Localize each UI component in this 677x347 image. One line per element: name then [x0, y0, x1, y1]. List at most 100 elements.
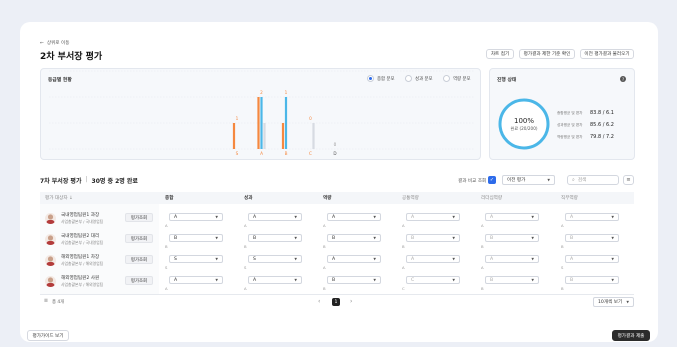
chart-bar	[263, 123, 266, 149]
select-value: A	[174, 214, 178, 220]
chevron-down-icon: ▼	[531, 236, 534, 240]
grade-select[interactable]: A ▼	[565, 213, 619, 221]
view-evaluation-button[interactable]: 평가조회	[125, 255, 153, 264]
view-evaluation-button[interactable]: 평가조회	[125, 276, 153, 285]
chart-bar	[284, 97, 288, 149]
chevron-down-icon: ▼	[547, 178, 550, 182]
check-limit-criteria-button[interactable]: 평가결과 제한 기준 확인	[519, 49, 575, 59]
collapse-chart-button[interactable]: 차트 접기	[486, 49, 514, 59]
grade-select[interactable]: B ▼	[485, 276, 539, 284]
grade-select[interactable]: A ▼	[406, 213, 460, 221]
chevron-down-icon: ▼	[294, 236, 297, 240]
compare-label: 결과 비교 조회	[458, 179, 487, 184]
select-value: B	[332, 235, 336, 241]
select-value: A	[411, 214, 415, 220]
chevron-down-icon: ▼	[452, 257, 455, 261]
previous-grade: B	[244, 244, 247, 249]
compare-checkbox[interactable]: ✓	[488, 176, 496, 184]
grade-select[interactable]: A ▼	[485, 213, 539, 221]
chevron-down-icon: ▼	[294, 215, 297, 219]
search-input[interactable]: ⌕ 검색	[567, 175, 619, 185]
grade-select[interactable]: B ▼	[169, 234, 223, 242]
grade-select[interactable]: A ▼	[485, 255, 539, 263]
grade-select[interactable]: S ▼	[248, 255, 302, 263]
grade-select[interactable]: B ▼	[327, 234, 381, 242]
current-page[interactable]: 1	[332, 298, 340, 306]
grade-select[interactable]: A ▼	[406, 255, 460, 263]
view-evaluation-button[interactable]: 평가조회	[125, 213, 153, 222]
category-label: D	[333, 151, 336, 156]
grade-select[interactable]: B ▼	[565, 276, 619, 284]
previous-grade: S	[561, 265, 564, 270]
chevron-down-icon: ▼	[611, 215, 614, 219]
page-size-select[interactable]: 10개씩 보기 ▼	[593, 297, 634, 307]
category-label: S	[236, 151, 239, 156]
column-header-target[interactable]: 평가 대상자 ↓	[45, 195, 73, 201]
grade-select[interactable]: A ▼	[327, 213, 381, 221]
chart-bar	[312, 123, 315, 149]
guide-button[interactable]: 평가가이드 보기	[27, 330, 69, 341]
previous-grade: A	[323, 265, 326, 270]
employee-name: 국내영업팀원2 대리	[61, 234, 100, 239]
back-link[interactable]: ← 상위로 이동	[40, 40, 69, 47]
chevron-down-icon: ▼	[611, 278, 614, 282]
select-value: A	[332, 214, 336, 220]
grade-select[interactable]: A ▼	[248, 276, 302, 284]
grade-select[interactable]: B ▼	[565, 234, 619, 242]
next-page-icon[interactable]: ›	[350, 298, 352, 305]
employee-dept: 사업총괄본부 / 해외영업팀	[61, 282, 104, 287]
grade-select[interactable]: C ▼	[406, 276, 460, 284]
category-label: A	[260, 151, 263, 156]
previous-grade: B	[402, 244, 405, 249]
help-icon[interactable]: ?	[620, 76, 626, 82]
chevron-down-icon: ▼	[531, 215, 534, 219]
arrow-left-icon: ←	[40, 40, 44, 46]
employee-dept: 사업총괄본부 / 해외영업팀	[61, 261, 104, 266]
table-bottom-line	[40, 294, 634, 295]
chevron-down-icon: ▼	[373, 236, 376, 240]
settings-icon[interactable]: ≡	[623, 175, 634, 185]
sort-down-icon: ↓	[69, 196, 73, 201]
select-value: B	[570, 277, 574, 283]
load-previous-results-button[interactable]: 이전 평가결과 불러오기	[580, 49, 634, 59]
grade-select[interactable]: A ▼	[327, 255, 381, 263]
prev-page-icon[interactable]: ‹	[318, 298, 320, 305]
previous-grade: B	[561, 244, 564, 249]
grade-select[interactable]: B ▼	[485, 234, 539, 242]
bar-value-label: 1	[285, 90, 288, 95]
submit-button[interactable]: 평가결과 제출	[612, 330, 650, 341]
total-count: ☰ 총 4개	[44, 299, 64, 305]
select-value: B	[253, 235, 257, 241]
select-value: A	[332, 256, 336, 262]
grade-select[interactable]: A ▼	[169, 213, 223, 221]
select-value: A	[570, 256, 574, 262]
column-label: 평가 대상자	[45, 196, 68, 201]
previous-grade: B	[323, 286, 326, 291]
avatar	[45, 213, 56, 224]
chevron-down-icon: ▼	[452, 215, 455, 219]
column-header-competency: 역량	[323, 196, 332, 201]
grade-select[interactable]: A ▼	[565, 255, 619, 263]
grade-select[interactable]: S ▼	[169, 255, 223, 263]
chevron-down-icon: ▼	[373, 278, 376, 282]
list-heading: 7차 부서장 평가 | 30명 중 2명 완료	[40, 176, 138, 185]
column-header-total: 종합	[165, 196, 174, 201]
grade-select[interactable]: A ▼	[248, 213, 302, 221]
avatar	[45, 255, 56, 266]
previous-grade: A	[323, 223, 326, 228]
select-value: B	[570, 235, 574, 241]
grade-select[interactable]: A ▼	[169, 276, 223, 284]
chart-bar	[281, 123, 285, 149]
chevron-down-icon: ▼	[626, 300, 629, 304]
chevron-down-icon: ▼	[215, 278, 218, 282]
grade-select[interactable]: B ▼	[327, 276, 381, 284]
grade-select[interactable]: B ▼	[248, 234, 302, 242]
view-evaluation-button[interactable]: 평가조회	[125, 234, 153, 243]
grade-select[interactable]: B ▼	[406, 234, 460, 242]
previous-grade: A	[402, 223, 405, 228]
previous-grade: A	[165, 223, 168, 228]
stat-value: 83.8 / 6.1	[590, 110, 614, 116]
column-header-performance: 성과	[244, 196, 253, 201]
previous-eval-select[interactable]: 이전 평가 ▼	[502, 175, 555, 185]
bar-value-label: 0	[309, 116, 312, 121]
